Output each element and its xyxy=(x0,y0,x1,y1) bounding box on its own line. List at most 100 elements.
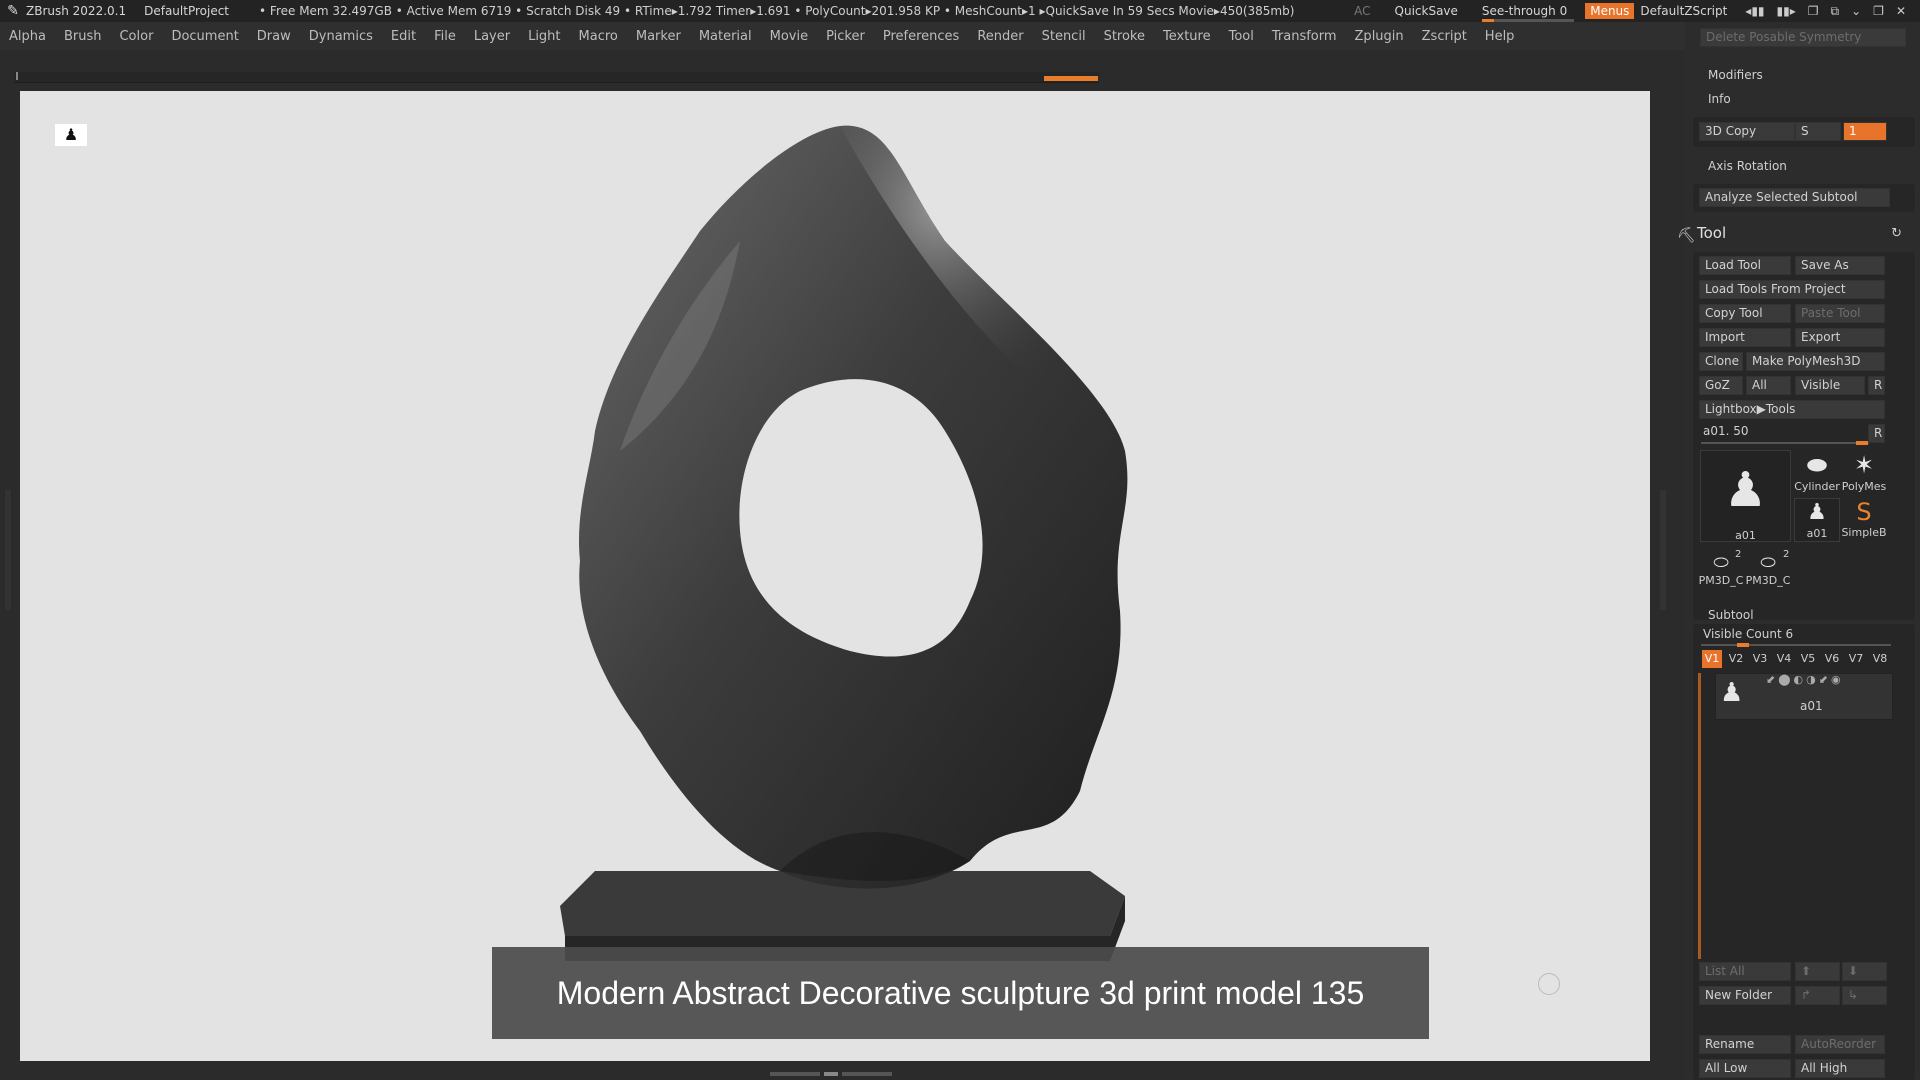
copy3d-button[interactable]: 3D Copy xyxy=(1699,122,1795,141)
paste-tool-button[interactable]: Paste Tool xyxy=(1795,304,1885,323)
menus-toggle[interactable]: Menus xyxy=(1585,3,1635,19)
auto-reorder-button[interactable]: AutoReorder xyxy=(1795,1035,1885,1054)
menu-stroke[interactable]: Stroke xyxy=(1095,29,1154,44)
import-button[interactable]: Import xyxy=(1699,328,1791,347)
menu-brush[interactable]: Brush xyxy=(55,29,111,44)
subtool-scrollbar[interactable] xyxy=(1698,673,1701,959)
see-through-slider[interactable]: See-through 0 xyxy=(1481,4,1574,22)
right-tray-handle[interactable] xyxy=(1660,490,1666,610)
menu-preferences[interactable]: Preferences xyxy=(874,29,968,44)
s-label[interactable]: S xyxy=(1795,122,1841,141)
modifiers-header[interactable]: Modifiers xyxy=(1708,68,1763,82)
analyze-subtool-button[interactable]: Analyze Selected Subtool xyxy=(1699,188,1890,207)
make-polymesh3d-button[interactable]: Make PolyMesh3D xyxy=(1746,352,1885,371)
tool-thumb-simpleb[interactable]: S SimpleB xyxy=(1841,498,1887,542)
right-tray-panel: Delete Posable Symmetry Modifiers Info 3… xyxy=(1677,22,1920,1080)
window-layout-icon[interactable]: ❐ xyxy=(1808,4,1819,19)
tab-v7[interactable]: V7 xyxy=(1846,650,1866,668)
load-tools-from-project-button[interactable]: Load Tools From Project xyxy=(1699,280,1885,299)
restore-icon[interactable]: ❐ xyxy=(1873,4,1884,19)
menu-alpha[interactable]: Alpha xyxy=(0,29,55,44)
menu-document[interactable]: Document xyxy=(162,29,247,44)
tool-thumb-polymesh[interactable]: ✶ PolyMes xyxy=(1841,450,1887,498)
canvas-viewport[interactable]: ♟ Modern Abstract Decorative sculpture 3… xyxy=(20,91,1650,1061)
menu-movie[interactable]: Movie xyxy=(761,29,817,44)
save-as-button[interactable]: Save As xyxy=(1795,256,1885,275)
move-down-button[interactable]: ⬇ xyxy=(1842,962,1887,981)
menu-material[interactable]: Material xyxy=(690,29,761,44)
tab-v4[interactable]: V4 xyxy=(1774,650,1794,668)
menu-edit[interactable]: Edit xyxy=(382,29,425,44)
move-up-button[interactable]: ⬆ xyxy=(1795,962,1840,981)
rename-button[interactable]: Rename xyxy=(1699,1035,1791,1054)
left-tray-handle[interactable] xyxy=(5,490,11,610)
minimize-icon[interactable]: ⌄ xyxy=(1851,4,1861,19)
copy-tool-button[interactable]: Copy Tool xyxy=(1699,304,1791,323)
bottom-tray-handle[interactable] xyxy=(770,1070,900,1078)
quicksave-button[interactable]: QuickSave xyxy=(1395,4,1458,18)
tool-slider[interactable] xyxy=(1701,441,1869,445)
menu-layer[interactable]: Layer xyxy=(465,29,519,44)
delete-posable-symmetry-button[interactable]: Delete Posable Symmetry xyxy=(1700,28,1906,47)
menu-help[interactable]: Help xyxy=(1476,29,1524,44)
move-into-folder-button[interactable]: ↱ xyxy=(1795,986,1840,1005)
menu-tool[interactable]: Tool xyxy=(1220,29,1263,44)
tab-v6[interactable]: V6 xyxy=(1822,650,1842,668)
title-bar: ✎ ZBrush 2022.0.1 DefaultProject • Free … xyxy=(0,0,1920,22)
menu-transform[interactable]: Transform xyxy=(1263,29,1346,44)
load-tool-button[interactable]: Load Tool xyxy=(1699,256,1791,275)
sculpture-model[interactable] xyxy=(20,91,1650,1061)
tab-v1[interactable]: V1 xyxy=(1702,650,1722,668)
list-all-button[interactable]: List All xyxy=(1699,962,1791,981)
menu-dynamics[interactable]: Dynamics xyxy=(300,29,382,44)
tool-thumb-cylinder[interactable]: ⬬ Cylinder xyxy=(1794,450,1840,498)
layout-left-icon[interactable]: ◂▮▮ xyxy=(1745,4,1764,19)
tab-v2[interactable]: V2 xyxy=(1726,650,1746,668)
menu-stencil[interactable]: Stencil xyxy=(1033,29,1095,44)
goz-visible-button[interactable]: Visible xyxy=(1795,376,1865,395)
layout-right-icon[interactable]: ▮▮▸ xyxy=(1777,4,1796,19)
menu-render[interactable]: Render xyxy=(968,29,1032,44)
lightbox-tools-button[interactable]: Lightbox▶Tools xyxy=(1699,400,1885,419)
menu-draw[interactable]: Draw xyxy=(248,29,300,44)
tab-v5[interactable]: V5 xyxy=(1798,650,1818,668)
menu-macro[interactable]: Macro xyxy=(570,29,627,44)
tool-slider-label: a01. 50 xyxy=(1703,424,1749,438)
subtool-list-item[interactable]: ♟ ⬋⬤◐◑⬋◉ a01 xyxy=(1715,673,1893,720)
s-value-input[interactable]: 1 xyxy=(1843,122,1887,141)
clone-button[interactable]: Clone xyxy=(1699,352,1743,371)
refresh-icon[interactable]: ↻ xyxy=(1891,226,1902,241)
axis-rotation-header[interactable]: Axis Rotation xyxy=(1708,159,1787,173)
menu-zplugin[interactable]: Zplugin xyxy=(1346,29,1413,44)
title-bar-right: AC QuickSave See-through 0 Menus Default… xyxy=(1354,0,1920,22)
tab-v3[interactable]: V3 xyxy=(1750,650,1770,668)
menu-marker[interactable]: Marker xyxy=(627,29,690,44)
tool-thumb-a01-small[interactable]: ♟ a01 xyxy=(1794,498,1840,542)
menu-file[interactable]: File xyxy=(425,29,465,44)
move-out-folder-button[interactable]: ↳ xyxy=(1842,986,1887,1005)
tool-slider-r-button[interactable]: R xyxy=(1868,424,1885,443)
menu-zscript[interactable]: Zscript xyxy=(1413,29,1476,44)
menu-light[interactable]: Light xyxy=(519,29,569,44)
tool-thumb-a01-large[interactable]: ♟ a01 xyxy=(1700,450,1791,542)
visible-count-slider[interactable] xyxy=(1701,643,1891,647)
menu-color[interactable]: Color xyxy=(110,29,162,44)
tab-v8[interactable]: V8 xyxy=(1870,650,1890,668)
export-button[interactable]: Export xyxy=(1795,328,1885,347)
goz-all-button[interactable]: All xyxy=(1746,376,1791,395)
default-zscript-button[interactable]: DefaultZScript xyxy=(1640,4,1727,18)
goz-button[interactable]: GoZ xyxy=(1699,376,1743,395)
subtool-header[interactable]: Subtool xyxy=(1708,608,1754,622)
ac-label[interactable]: AC xyxy=(1354,4,1370,18)
all-high-button[interactable]: All High xyxy=(1795,1059,1885,1078)
all-low-button[interactable]: All Low xyxy=(1699,1059,1791,1078)
menu-texture[interactable]: Texture xyxy=(1154,29,1220,44)
subtool-options-icons[interactable]: ⬋⬤◐◑⬋◉ xyxy=(1766,673,1844,686)
new-folder-button[interactable]: New Folder xyxy=(1699,986,1791,1005)
tool-palette-header[interactable]: ⛏ Tool ↻ xyxy=(1677,222,1920,248)
goz-r-button[interactable]: R xyxy=(1868,376,1885,395)
menu-picker[interactable]: Picker xyxy=(817,29,874,44)
info-header[interactable]: Info xyxy=(1708,92,1731,106)
window-swap-icon[interactable]: ⧉ xyxy=(1831,4,1840,19)
close-icon[interactable]: ✕ xyxy=(1896,4,1906,19)
